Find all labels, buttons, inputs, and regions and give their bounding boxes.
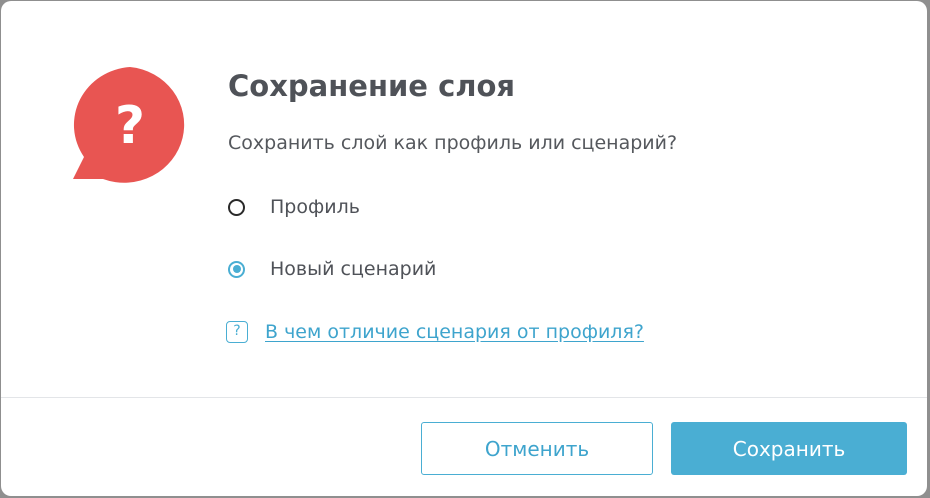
help-row: ? В чем отличие сценария от профиля? [226, 319, 644, 345]
dialog-title: Сохранение слоя [228, 69, 516, 103]
svg-text:?: ? [115, 96, 145, 156]
help-icon: ? [226, 321, 248, 343]
save-button[interactable]: Сохранить [671, 422, 907, 475]
radio-new-scenario[interactable] [228, 260, 245, 278]
help-link[interactable]: В чем отличие сценария от профиля? [265, 321, 644, 343]
footer-divider [1, 397, 927, 398]
cancel-button[interactable]: Отменить [421, 422, 653, 475]
option-new-scenario-label: Новый сценарий [270, 258, 437, 280]
radio-profile[interactable] [228, 198, 245, 216]
option-profile-label: Профиль [270, 196, 360, 218]
dialog-question: Сохранить слой как профиль или сценарий? [228, 132, 678, 154]
question-bubble-icon: ? [73, 67, 185, 183]
save-layer-dialog: ? Сохранение слоя Сохранить слой как про… [1, 1, 927, 496]
option-new-scenario[interactable]: Новый сценарий [228, 256, 436, 282]
option-profile[interactable]: Профиль [228, 194, 360, 220]
